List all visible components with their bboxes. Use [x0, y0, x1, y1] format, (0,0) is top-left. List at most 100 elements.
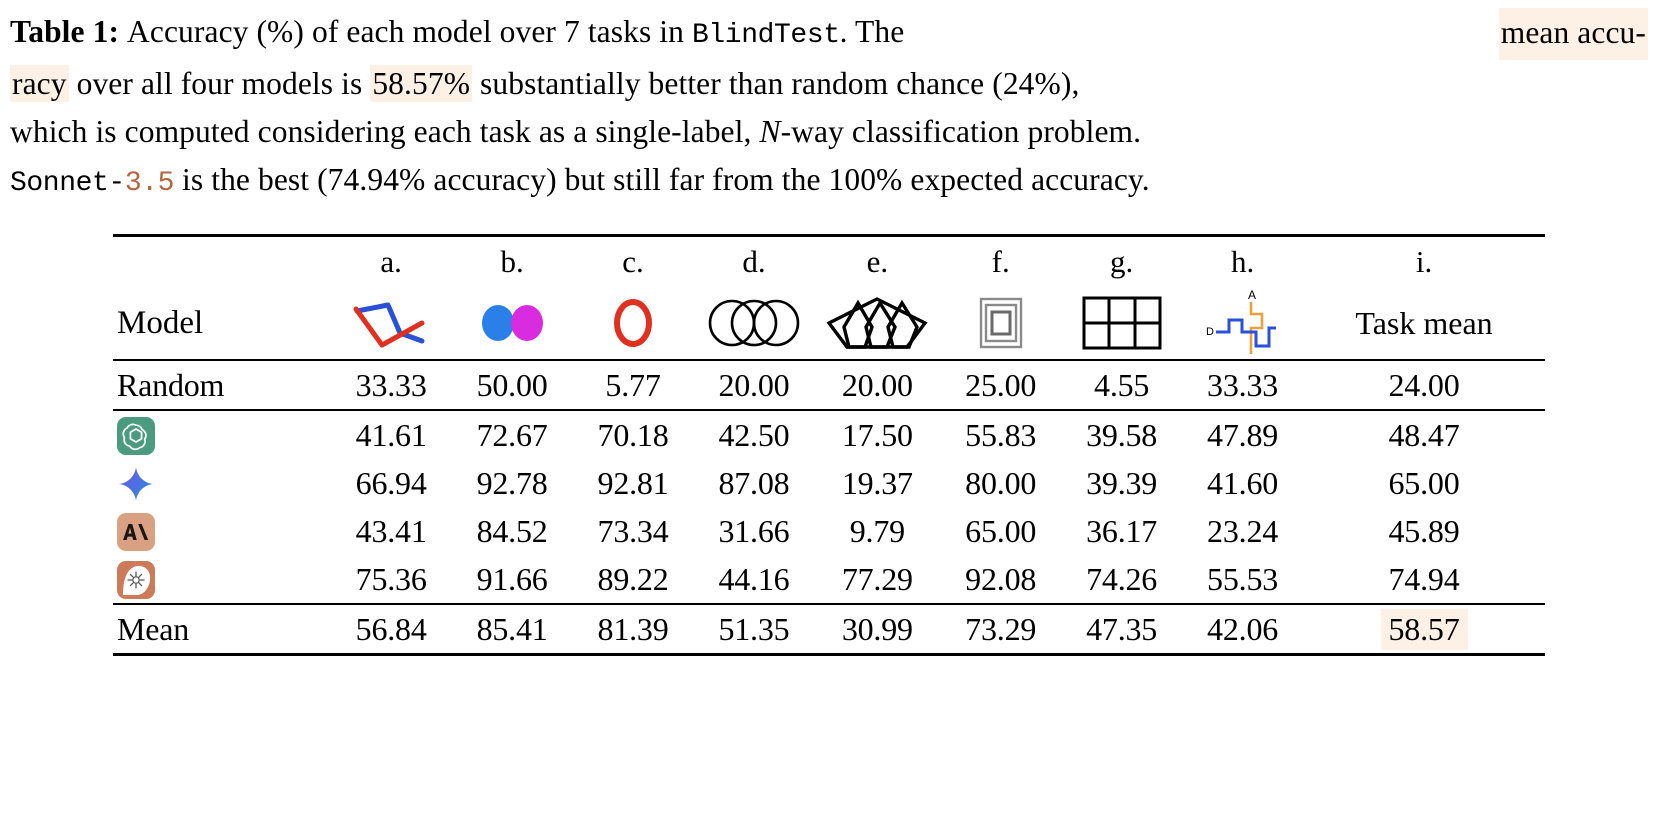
svg-text:D: D	[1206, 326, 1214, 338]
cell-sonnet-mean: 74.94	[1388, 560, 1460, 597]
cell-gemini-h: 41.60	[1207, 464, 1279, 501]
cell-anthropic-g: 36.17	[1086, 512, 1158, 549]
table-row-anthropic: 43.41 84.52 73.34 31.66 9.79 65.00 36.17…	[113, 507, 1545, 555]
caption-line3-text: which is computed considering each task …	[10, 114, 752, 149]
nested-squares-icon	[974, 294, 1028, 352]
cell-openai-c: 70.18	[597, 416, 669, 453]
cell-sonnet-c: 89.22	[597, 560, 669, 597]
caption-line-3: which is computed considering each task …	[10, 108, 1648, 156]
col-icon-e-cell	[814, 287, 940, 360]
row-logo-gemini-cell	[113, 459, 331, 507]
cell-anthropic-a: 43.41	[355, 512, 427, 549]
caption-line-4: Sonnet-3.5 is the best (74.94% accuracy)…	[10, 156, 1648, 208]
cell-random-g: 4.55	[1094, 366, 1150, 403]
table-row-mean: Mean 56.84 85.41 81.39 51.35 30.99 73.29…	[113, 605, 1545, 655]
cell-openai-g: 39.58	[1086, 416, 1158, 453]
cell-mean-h: 42.06	[1207, 610, 1279, 647]
row-label-mean: Mean	[117, 610, 190, 647]
cell-openai-f: 55.83	[965, 416, 1037, 453]
caption-blindtest-mono: BlindTest	[692, 20, 840, 51]
col-icon-b-cell	[452, 287, 573, 360]
caption-line4-text: is the best (74.94% accuracy) but still …	[182, 162, 1150, 197]
cell-sonnet-b: 91.66	[476, 560, 548, 597]
column-icon-row: Model A D Task mean	[113, 287, 1545, 360]
col-letter-d: d.	[742, 244, 766, 279]
row-logo-sonnet-cell	[113, 555, 331, 604]
col-letter-f: f.	[991, 244, 1010, 279]
cell-mean-g: 47.35	[1086, 610, 1158, 647]
red-circle-icon	[608, 296, 658, 350]
cell-mean-d: 51.35	[718, 610, 790, 647]
caption-highlight-5857: 58.57%	[370, 65, 473, 102]
cell-anthropic-d: 31.66	[718, 512, 790, 549]
caption-line-2: racy over all four models is 58.57% subs…	[10, 60, 1648, 108]
caption-line2-text-b: substantially better than random chance …	[480, 66, 1080, 101]
cell-sonnet-d: 44.16	[718, 560, 790, 597]
cell-openai-e: 17.50	[841, 416, 913, 453]
caption-line-1: Table 1: Accuracy (%) of each model over…	[10, 8, 1648, 60]
table-row-openai: 41.61 72.67 70.18 42.50 17.50 55.83 39.5…	[113, 411, 1545, 459]
cell-mean-f: 73.29	[965, 610, 1037, 647]
cell-random-c: 5.77	[605, 366, 661, 403]
caption-line1-text-b: . The	[839, 14, 905, 49]
col-icon-c-cell	[573, 287, 694, 360]
cell-sonnet-h: 55.53	[1207, 560, 1279, 597]
anthropic-logo	[117, 513, 155, 552]
cell-gemini-e: 19.37	[841, 464, 913, 501]
nested-pentagons-icon	[825, 297, 929, 349]
caption-line3-text-b: -way classification problem.	[780, 114, 1142, 149]
row-label-random: Random	[117, 366, 225, 403]
col-icon-g-cell	[1061, 287, 1182, 360]
caption-sonnet-version: 3.5	[124, 168, 175, 199]
cell-random-b: 50.00	[476, 366, 548, 403]
cell-anthropic-h: 23.24	[1207, 512, 1279, 549]
overlapping-circles-icon	[706, 299, 802, 347]
subway-map-icon: A D	[1204, 288, 1282, 358]
cell-anthropic-f: 65.00	[965, 512, 1037, 549]
col-letter-a: a.	[380, 244, 402, 279]
column-letter-row: a. b. c. d. e. f. g. h. i.	[113, 237, 1545, 287]
cell-anthropic-b: 84.52	[476, 512, 548, 549]
cell-mean-e: 30.99	[841, 610, 913, 647]
cell-gemini-f: 80.00	[965, 464, 1037, 501]
cell-openai-mean: 48.47	[1388, 416, 1460, 453]
col-letter-c: c.	[622, 244, 644, 279]
cell-gemini-mean: 65.00	[1388, 464, 1460, 501]
col-letter-e: e.	[866, 244, 889, 279]
svg-text:A: A	[1248, 288, 1256, 302]
cell-sonnet-a: 75.36	[355, 560, 427, 597]
cell-mean-b: 85.41	[476, 610, 548, 647]
caption-italic-n: N	[759, 114, 781, 149]
cell-mean-c: 81.39	[597, 610, 669, 647]
caption-highlight-mean-accu: mean accu-	[1498, 8, 1648, 60]
cell-mean-taskmean-wrap: 58.57	[1303, 605, 1545, 655]
cell-openai-b: 72.67	[476, 416, 548, 453]
cell-gemini-g: 39.39	[1086, 464, 1158, 501]
sonnet-logo	[117, 561, 155, 600]
cell-gemini-a: 66.94	[355, 464, 427, 501]
row-logo-anthropic-cell	[113, 507, 331, 555]
cell-random-mean: 24.00	[1388, 366, 1460, 403]
cell-anthropic-c: 73.34	[597, 512, 669, 549]
table-row-gemini: 66.94 92.78 92.81 87.08 19.37 80.00 39.3…	[113, 459, 1545, 507]
cell-anthropic-mean: 45.89	[1388, 512, 1460, 549]
task-mean-column-header: Task mean	[1355, 304, 1493, 341]
table-row-random: Random 33.33 50.00 5.77 20.00 20.00 25.0…	[113, 361, 1545, 410]
model-column-header: Model	[117, 304, 204, 341]
openai-logo	[117, 417, 155, 456]
caption-sonnet-mono: Sonnet-	[10, 168, 125, 199]
cell-sonnet-g: 74.26	[1086, 560, 1158, 597]
grid-count-icon	[1081, 295, 1163, 351]
col-icon-h-cell: A D	[1182, 287, 1303, 360]
cell-gemini-c: 92.81	[597, 464, 669, 501]
table-figure-page: Table 1: Accuracy (%) of each model over…	[0, 0, 1658, 824]
table-bottom-rule	[113, 653, 1545, 657]
accuracy-table-wrapper: a. b. c. d. e. f. g. h. i. Model A D Tas…	[113, 234, 1545, 657]
cell-random-e: 20.00	[841, 366, 913, 403]
cell-random-h: 33.33	[1207, 366, 1279, 403]
cell-openai-a: 41.61	[355, 416, 427, 453]
col-letter-h: h.	[1230, 244, 1255, 279]
line-intersection-icon	[352, 297, 430, 349]
cell-openai-h: 47.89	[1207, 416, 1279, 453]
cell-random-a: 33.33	[355, 366, 427, 403]
